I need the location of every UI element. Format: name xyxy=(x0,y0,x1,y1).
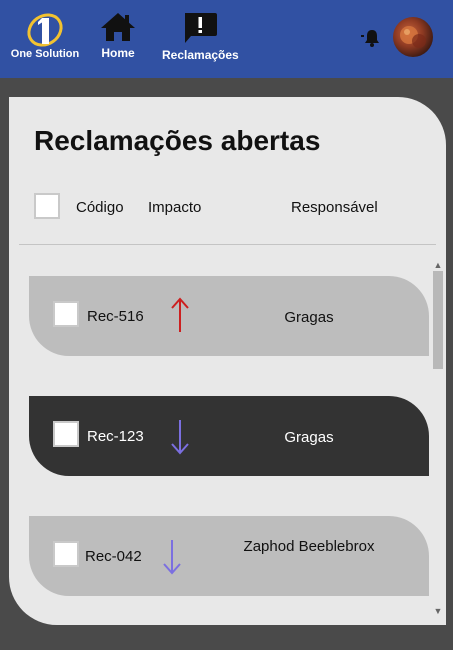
arrow-down-icon xyxy=(163,540,181,575)
page-title: Reclamações abertas xyxy=(34,125,321,156)
arrow-up-icon xyxy=(171,297,189,332)
home-icon xyxy=(101,13,135,41)
logo-text: One Solution xyxy=(10,48,80,60)
scroll-down-icon[interactable]: ▼ xyxy=(431,605,445,617)
user-avatar[interactable] xyxy=(393,17,433,57)
complaints-panel: Reclamações abertas Código Impacto Respo… xyxy=(9,97,446,625)
nav-reclamacoes-label: Reclamações xyxy=(162,48,239,62)
table-row[interactable]: Rec-042 Zaphod Beeblebrox xyxy=(29,516,429,596)
row-responsible: Gragas xyxy=(284,309,334,326)
column-header-responsible[interactable]: Responsável xyxy=(291,199,378,216)
bell-icon xyxy=(361,30,379,47)
row-checkbox[interactable] xyxy=(53,301,79,327)
row-checkbox[interactable] xyxy=(53,421,79,447)
row-checkbox[interactable] xyxy=(53,541,79,567)
row-code: Rec-516 xyxy=(87,308,144,325)
list-scrollbar[interactable]: ▲ ▼ xyxy=(431,259,445,617)
nav-home[interactable]: Home xyxy=(100,12,136,60)
logo[interactable]: One Solution xyxy=(8,10,82,70)
header-divider xyxy=(19,244,436,245)
scrollbar-thumb[interactable] xyxy=(433,271,443,369)
row-code: Rec-123 xyxy=(87,428,144,445)
arrow-down-icon xyxy=(171,420,189,455)
nav-home-label: Home xyxy=(101,46,135,60)
complaints-list: Rec-516 Gragas Rec-123 Gragas Rec-042 Za… xyxy=(9,247,446,625)
row-responsible: Gragas xyxy=(284,429,334,446)
avatar-image xyxy=(400,26,426,48)
notification-button[interactable] xyxy=(361,28,383,53)
row-code: Rec-042 xyxy=(85,548,142,565)
table-header: Código Impacto Responsável xyxy=(9,193,446,223)
nav-reclamacoes[interactable]: Reclamações xyxy=(162,12,239,62)
one-solution-logo-icon xyxy=(27,13,63,47)
column-header-code[interactable]: Código xyxy=(76,199,124,216)
table-row[interactable]: Rec-123 Gragas xyxy=(29,396,429,476)
complaint-icon xyxy=(185,13,218,43)
row-responsible: Zaphod Beeblebrox xyxy=(243,538,375,555)
top-navigation-bar: One Solution Home Reclamações xyxy=(0,0,453,78)
column-header-impact[interactable]: Impacto xyxy=(148,199,201,216)
scroll-up-icon[interactable]: ▲ xyxy=(431,259,445,271)
table-row[interactable]: Rec-516 Gragas xyxy=(29,276,429,356)
select-all-checkbox[interactable] xyxy=(34,193,60,219)
